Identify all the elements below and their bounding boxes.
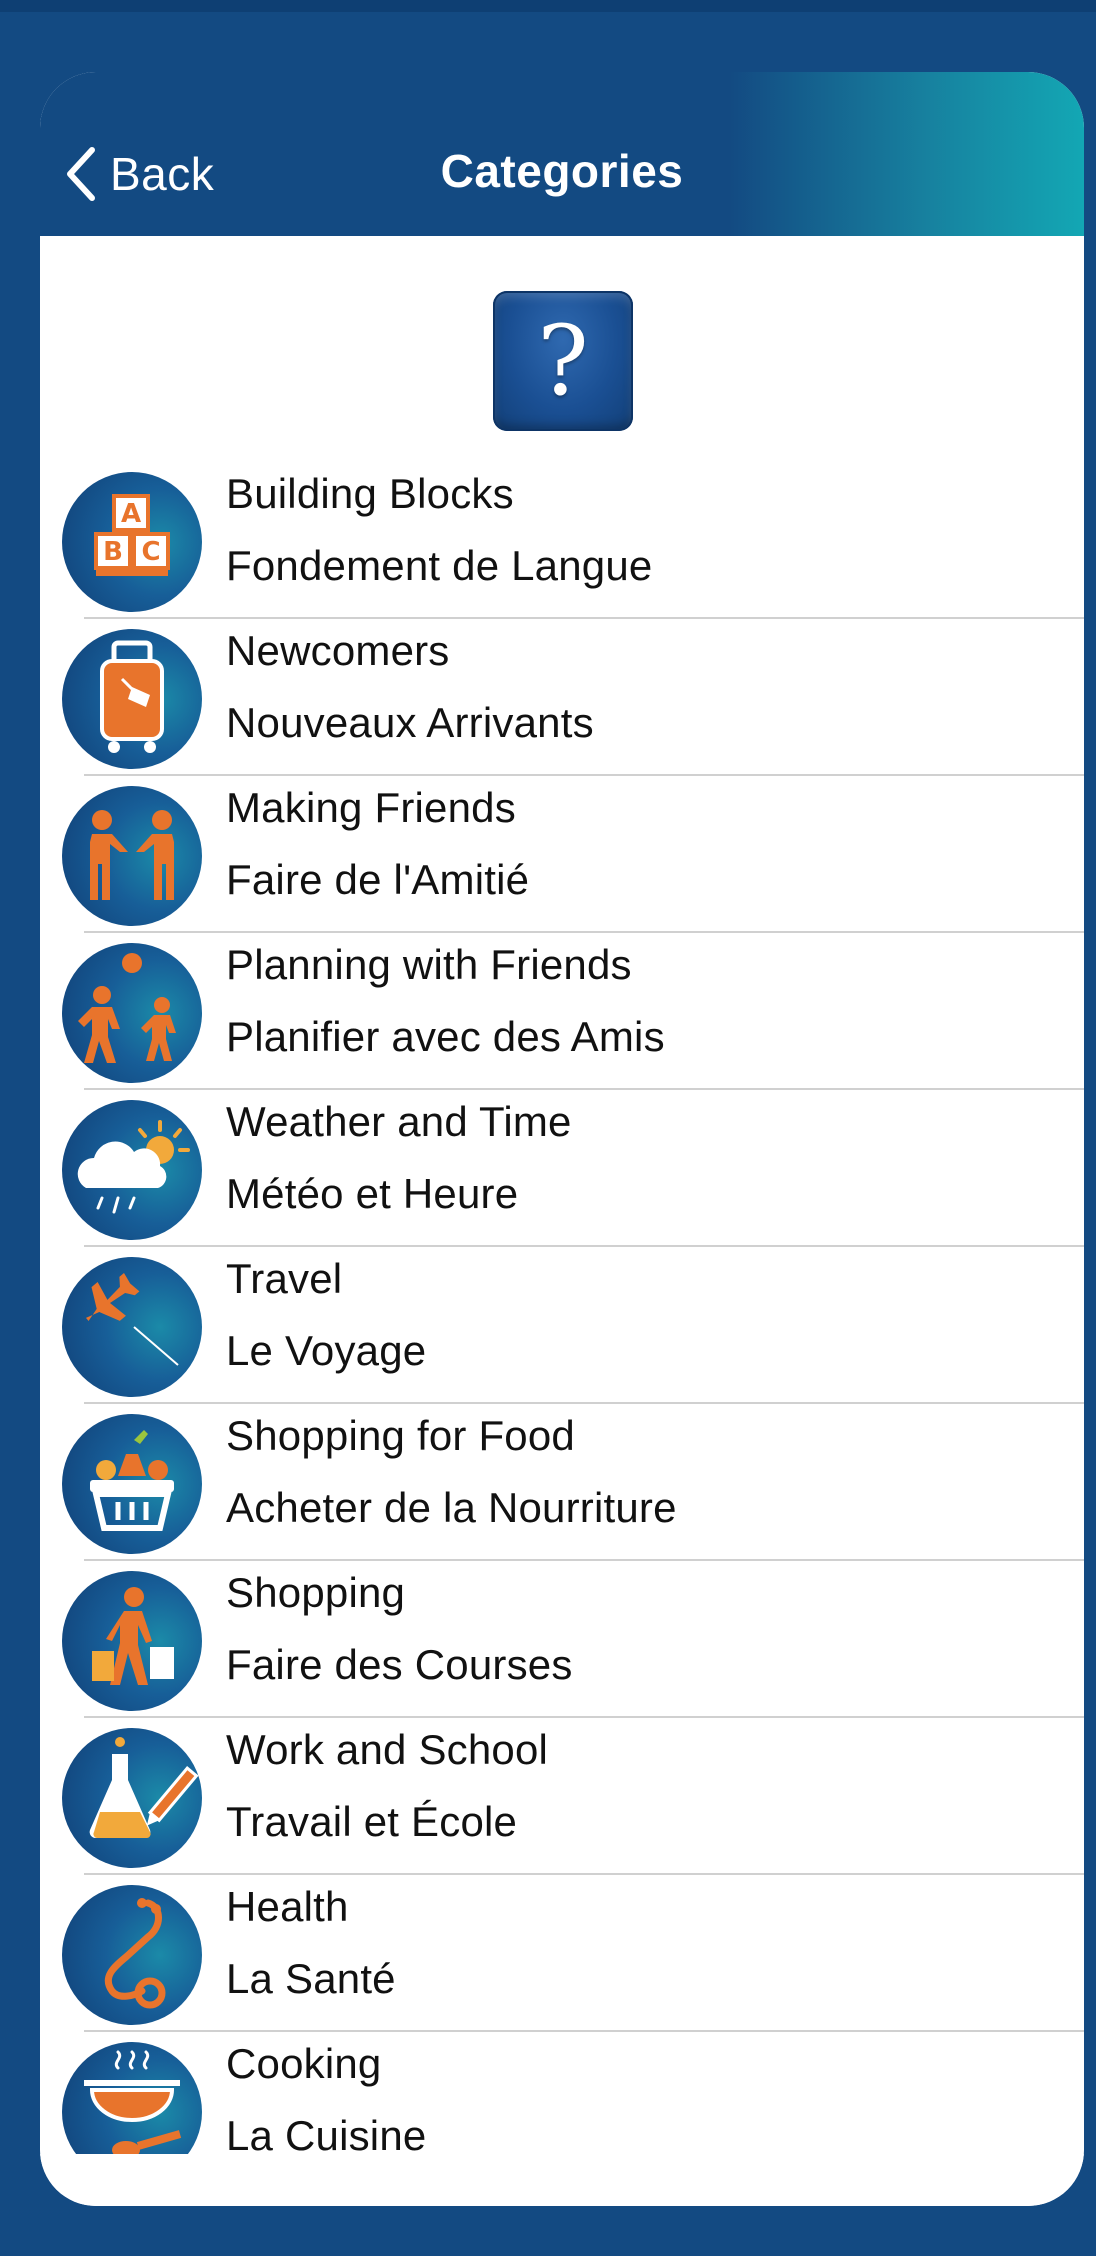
category-list[interactable]: A B C Building Blocks Fondement de Langu… — [40, 462, 1084, 2206]
stethoscope-icon — [62, 1885, 202, 2025]
category-title-fr: Acheter de la Nourriture — [226, 1484, 677, 1531]
category-title-fr: Faire de l'Amitié — [226, 856, 530, 903]
category-title-en: Travel — [226, 1255, 343, 1302]
list-bottom-edge — [40, 2154, 1084, 2206]
weather-icon — [62, 1100, 202, 1240]
category-row-planning-with-friends[interactable]: Planning with Friends Planifier avec des… — [40, 933, 1084, 1090]
category-title-en: Shopping for Food — [226, 1412, 575, 1459]
categories-screen: Back Categories ? A B C Building Blocks … — [40, 72, 1084, 2206]
friends-ball-icon — [62, 943, 202, 1083]
category-title-fr: Faire des Courses — [226, 1641, 573, 1688]
category-row-shopping-for-food[interactable]: Shopping for Food Acheter de la Nourritu… — [40, 1404, 1084, 1561]
category-title-en: Shopping — [226, 1569, 406, 1616]
category-title-fr: La Santé — [226, 1955, 396, 2002]
category-title-fr: Fondement de Langue — [226, 542, 653, 589]
navigation-bar: Back Categories — [40, 72, 1084, 236]
question-mark-icon: ? — [537, 305, 589, 417]
category-title-en: Work and School — [226, 1726, 549, 1773]
status-bar-strip — [0, 0, 1096, 12]
category-row-work-and-school[interactable]: Work and School Travail et École — [40, 1718, 1084, 1875]
category-title-en: Planning with Friends — [226, 941, 632, 988]
category-title-en: Cooking — [226, 2040, 382, 2087]
abc-blocks-icon: A B C — [62, 472, 202, 612]
category-row-making-friends[interactable]: Making Friends Faire de l'Amitié — [40, 776, 1084, 933]
grocery-basket-icon — [62, 1414, 202, 1554]
category-title-en: Weather and Time — [226, 1098, 572, 1145]
shopper-icon — [62, 1571, 202, 1711]
category-title-en: Building Blocks — [226, 470, 514, 517]
category-title-fr: La Cuisine — [226, 2112, 427, 2159]
category-title-fr: Nouveaux Arrivants — [226, 699, 594, 746]
category-title-en: Health — [226, 1883, 349, 1930]
category-row-newcomers[interactable]: Newcomers Nouveaux Arrivants — [40, 619, 1084, 776]
svg-text:C: C — [141, 537, 160, 567]
handshake-icon — [62, 786, 202, 926]
airplane-icon — [62, 1257, 202, 1397]
category-row-shopping[interactable]: Shopping Faire des Courses — [40, 1561, 1084, 1718]
category-title-en: Newcomers — [226, 627, 450, 674]
suitcase-icon — [62, 629, 202, 769]
category-title-fr: Le Voyage — [226, 1327, 427, 1374]
category-row-health[interactable]: Health La Santé — [40, 1875, 1084, 2032]
category-title-fr: Planifier avec des Amis — [226, 1013, 665, 1060]
svg-text:B: B — [103, 537, 123, 567]
category-title-fr: Météo et Heure — [226, 1170, 519, 1217]
category-row-building-blocks[interactable]: A B C Building Blocks Fondement de Langu… — [40, 462, 1084, 619]
category-row-weather-and-time[interactable]: Weather and Time Météo et Heure — [40, 1090, 1084, 1247]
page-title: Categories — [440, 145, 684, 197]
flask-pencil-icon — [62, 1728, 202, 1868]
category-row-travel[interactable]: Travel Le Voyage — [40, 1247, 1084, 1404]
category-title-fr: Travail et École — [226, 1798, 518, 1845]
help-button[interactable]: ? — [493, 291, 633, 431]
category-title-en: Making Friends — [226, 784, 516, 831]
svg-text:A: A — [121, 499, 141, 529]
